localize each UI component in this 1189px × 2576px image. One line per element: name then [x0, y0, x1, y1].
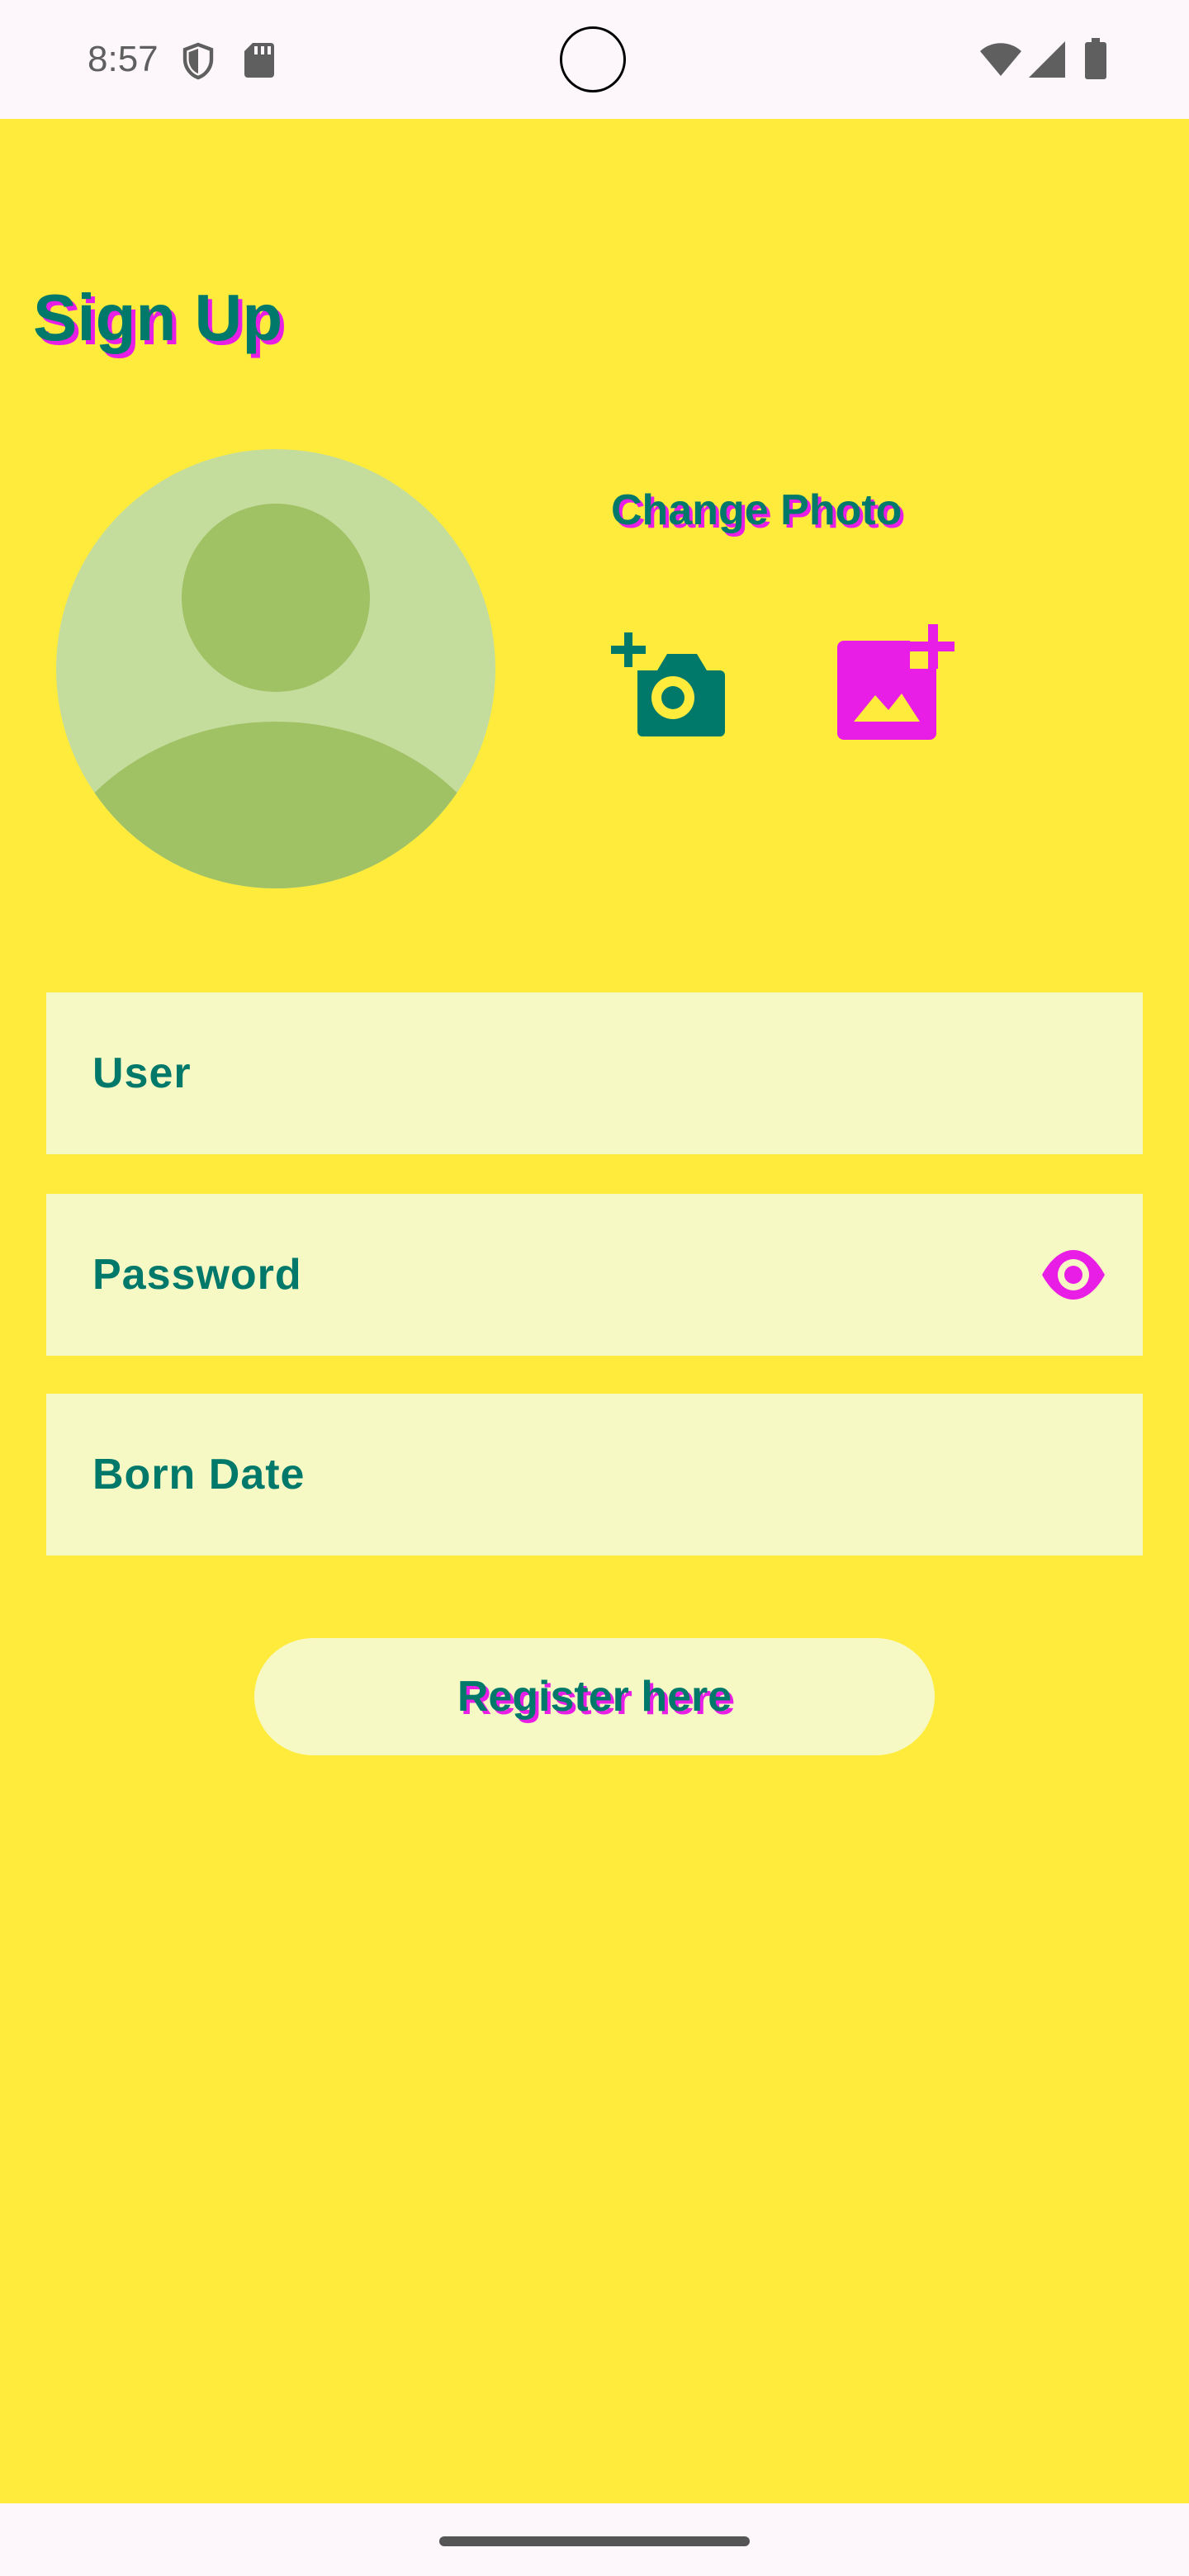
sd-card-icon [244, 43, 274, 78]
home-gesture-handle[interactable] [439, 2536, 750, 2546]
shield-icon [182, 42, 214, 80]
battery-icon [1085, 38, 1106, 79]
change-photo-label: Change Photo [611, 486, 902, 534]
add-photo-icon[interactable] [837, 624, 955, 740]
eye-icon[interactable] [1040, 1248, 1106, 1301]
wifi-icon [980, 43, 1021, 76]
password-field[interactable]: Password [46, 1194, 1143, 1356]
user-field[interactable]: User [46, 992, 1143, 1154]
born-date-field[interactable]: Born Date [46, 1394, 1143, 1556]
register-button[interactable]: Register here [254, 1638, 935, 1755]
status-time: 8:57 [88, 39, 159, 79]
cell-signal-icon [1029, 41, 1065, 78]
status-bar: 8:57 [0, 0, 1189, 119]
add-camera-icon[interactable] [611, 632, 725, 736]
camera-cutout [560, 26, 626, 92]
page-title: Sign Up [33, 281, 283, 354]
navigation-bar [0, 2503, 1189, 2576]
person-avatar-icon[interactable] [56, 449, 495, 888]
